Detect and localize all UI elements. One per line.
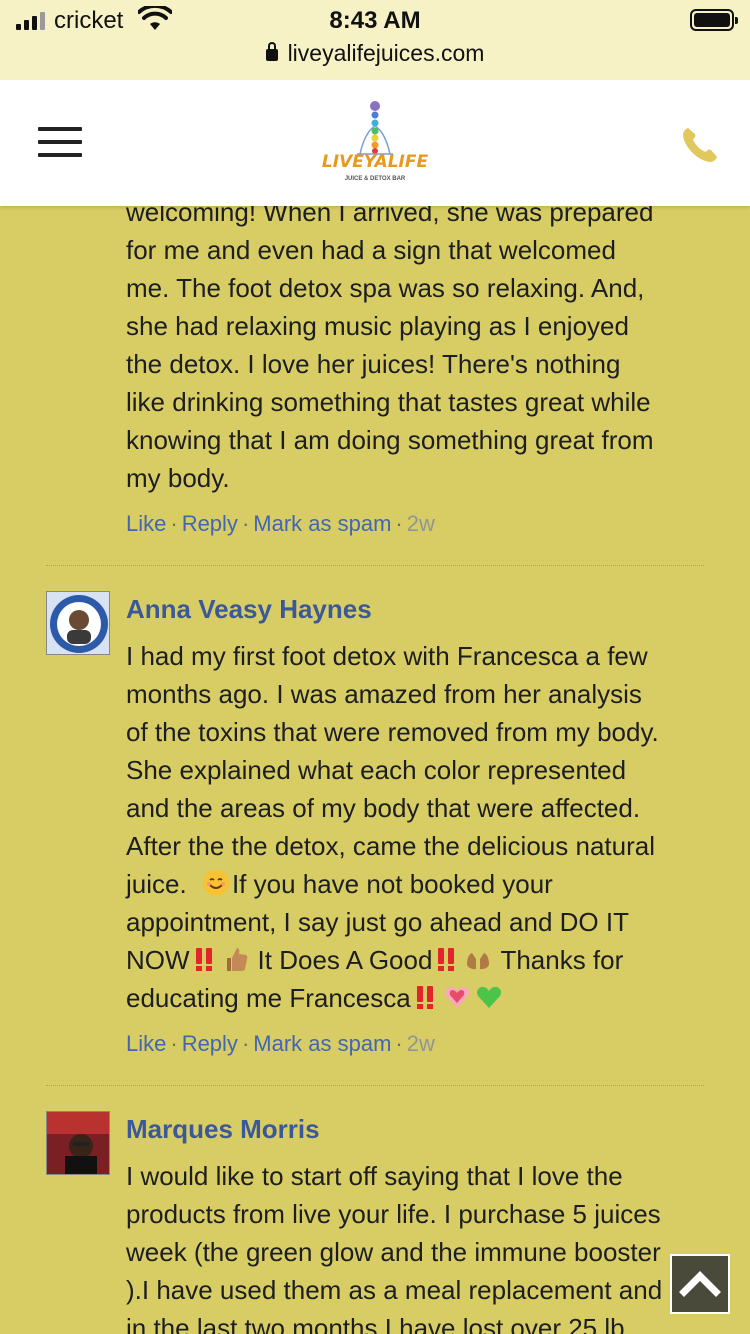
growing-heart-emoji-icon [444, 986, 469, 1008]
phone-icon[interactable] [680, 125, 720, 165]
comment-author[interactable]: Anna Veasy Haynes [126, 594, 372, 625]
status-bar: cricket 8:43 AM liveyalifejuices.com [0, 0, 750, 80]
comment-body: I would like to start off saying that I … [126, 1161, 663, 1334]
url-text: liveyalifejuices.com [287, 40, 485, 66]
comment-age: 2w [406, 511, 435, 536]
logo-wordmark: LIVEYALIFE [321, 152, 429, 172]
reply-link[interactable]: Reply [182, 511, 238, 536]
avatar[interactable] [46, 591, 110, 655]
meditating-figure-icon [357, 101, 393, 155]
hamburger-menu-icon[interactable] [38, 127, 82, 157]
comment-body: I had my first foot detox with Francesca… [126, 641, 659, 1013]
reply-link[interactable]: Reply [182, 1031, 238, 1056]
site-logo[interactable]: LIVEYALIFE JUICE & DETOX BAR [305, 96, 445, 192]
like-link[interactable]: Like [126, 511, 166, 536]
comment-divider [46, 1085, 704, 1086]
smiling-face-emoji-icon [202, 870, 229, 896]
double-exclamation-emoji-icon [438, 948, 455, 971]
comment-age: 2w [406, 1031, 435, 1056]
lock-icon [265, 42, 278, 61]
comment-actions: Like · Reply · Mark as spam · 2w [126, 511, 435, 536]
comment-divider [46, 565, 704, 566]
green-heart-emoji-icon [476, 986, 501, 1008]
comment-author[interactable]: Marques Morris [126, 1114, 320, 1145]
site-header: LIVEYALIFE JUICE & DETOX BAR [0, 80, 750, 206]
like-link[interactable]: Like [126, 1031, 166, 1056]
double-exclamation-emoji-icon [195, 948, 212, 971]
clock: 8:43 AM [329, 7, 421, 34]
raising-hands-emoji-icon [467, 953, 490, 970]
double-exclamation-emoji-icon [416, 986, 433, 1009]
avatar[interactable] [46, 1111, 110, 1175]
logo-tagline: JUICE & DETOX BAR [344, 176, 406, 182]
battery-icon [690, 9, 738, 31]
comment-actions: Like · Reply · Mark as spam · 2w [126, 1031, 435, 1056]
thumbs-up-emoji-icon [226, 948, 247, 971]
scroll-to-top-button[interactable] [670, 1254, 730, 1314]
mark-as-spam-link[interactable]: Mark as spam [253, 1031, 391, 1056]
chevron-up-icon [679, 1271, 721, 1297]
mark-as-spam-link[interactable]: Mark as spam [253, 511, 391, 536]
address-bar[interactable]: liveyalifejuices.com [0, 40, 750, 67]
comment-body: welcoming! When I arrived, she was prepa… [126, 197, 654, 493]
